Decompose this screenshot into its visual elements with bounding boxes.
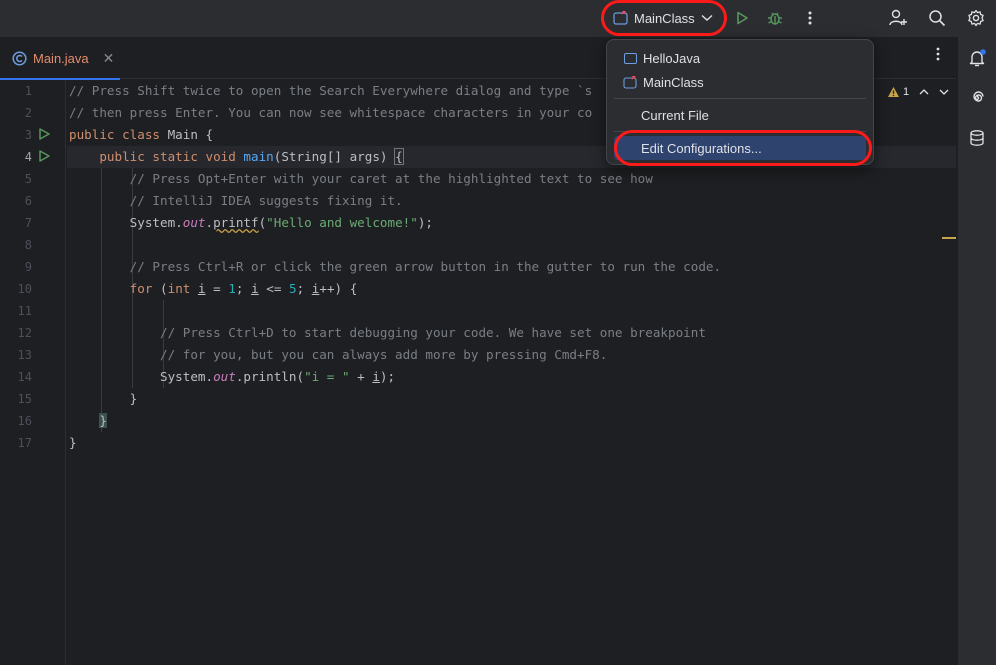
more-actions-button[interactable] [798, 6, 822, 30]
search-everywhere-button[interactable] [925, 6, 949, 30]
code-line-13: // for you, but you can always add more … [69, 344, 607, 366]
play-icon [737, 11, 748, 25]
code-line-15: } [69, 391, 138, 406]
line-number: 15 [17, 392, 32, 406]
bug-icon [768, 12, 782, 25]
gear-icon [968, 9, 984, 27]
config-label: Edit Configurations... [641, 140, 762, 156]
warning-stripe-marker[interactable] [942, 237, 956, 239]
code-line-6: // IntelliJ IDEA suggests fixing it. [69, 190, 403, 212]
run-gutter-icon[interactable] [37, 127, 51, 141]
search-icon [929, 10, 946, 27]
code-line-2: // then press Enter. You can now see whi… [69, 105, 593, 120]
run-button[interactable] [730, 6, 754, 30]
config-item-current-file[interactable]: Current File [614, 103, 866, 127]
code-line-17: } [69, 435, 77, 450]
run-configurations-popup: HelloJava MainClass Current File Edit Co… [606, 39, 874, 165]
line-number: 7 [24, 216, 32, 230]
code-comment: // IntelliJ IDEA suggests fixing it. [129, 193, 403, 208]
line-number: 6 [24, 194, 32, 208]
code-comment: // Press Opt+Enter with your caret at th… [129, 171, 653, 186]
code-line-1: // Press Shift twice to open the Search … [69, 83, 593, 98]
line-number: 13 [17, 348, 32, 362]
main-toolbar: MainClass [0, 0, 996, 37]
run-gutter-icon[interactable] [37, 149, 51, 163]
app-config-icon [624, 52, 637, 64]
tab-label: Main.java [33, 50, 89, 66]
tab-main-java[interactable]: Main.java ✕ [0, 37, 120, 80]
close-icon[interactable]: ✕ [103, 50, 115, 67]
code-line-5: // Press Opt+Enter with your caret at th… [69, 168, 653, 190]
code-line-16: } [99, 413, 107, 428]
chevron-down-icon [701, 9, 713, 27]
config-label: Current File [641, 107, 709, 123]
code-comment: // Press Ctrl+D to start debugging your … [160, 325, 706, 340]
line-number: 11 [17, 304, 32, 318]
line-number: 17 [17, 436, 32, 450]
ai-assistant-button[interactable] [966, 87, 988, 109]
kebab-menu-icon [936, 47, 940, 61]
java-class-icon [12, 50, 27, 66]
code-comment: // for you, but you can always add more … [160, 347, 608, 362]
config-item-mainclass[interactable]: MainClass [614, 70, 866, 94]
code-line-10: for (int i = 1; i <= 5; i++) { [129, 281, 358, 296]
separator [614, 131, 866, 132]
line-number: 10 [17, 282, 32, 296]
run-config-label: MainClass [634, 10, 695, 26]
code-line-4: public static void main(String[] args) { [99, 148, 404, 165]
edit-configurations-item[interactable]: Edit Configurations... [614, 136, 866, 160]
warning-count: 1 [903, 86, 910, 98]
code-line-3: public class Main { [69, 127, 214, 142]
chevron-down-icon[interactable] [937, 84, 951, 100]
app-config-error-icon [623, 75, 637, 89]
tab-more-button[interactable] [928, 47, 948, 69]
line-number: 5 [24, 172, 32, 186]
line-number: 1 [24, 84, 32, 98]
spiral-icon [973, 91, 984, 102]
config-item-hellojava[interactable]: HelloJava [614, 46, 866, 70]
line-number: 4 [24, 150, 32, 164]
code-with-me-button[interactable] [886, 6, 910, 30]
run-configuration-selector[interactable]: MainClass [604, 2, 726, 34]
chevron-up-icon[interactable] [917, 84, 931, 100]
run-config-icon [613, 11, 628, 25]
line-number: 3 [24, 128, 32, 142]
config-label: MainClass [643, 74, 704, 90]
code-line-14: System.out.println("i = " + i); [69, 369, 396, 384]
config-label: HelloJava [643, 50, 701, 66]
line-number: 2 [24, 106, 32, 120]
bell-icon [969, 49, 986, 67]
right-tool-strip [957, 37, 996, 665]
add-user-icon [889, 9, 907, 26]
notifications-button[interactable] [966, 47, 988, 69]
kebab-menu-icon [808, 11, 812, 25]
database-icon [970, 130, 984, 146]
separator [614, 98, 866, 99]
debug-button[interactable] [763, 6, 787, 30]
line-number: 9 [24, 260, 32, 274]
settings-button[interactable] [964, 6, 988, 30]
code-line-7: System.out.printf("Hello and welcome!"); [69, 215, 433, 230]
line-number: 12 [17, 326, 32, 340]
code-comment: // Press Ctrl+R or click the green arrow… [129, 259, 722, 274]
warning-icon [888, 87, 899, 97]
code-line-12: // Press Ctrl+D to start debugging your … [69, 322, 706, 344]
database-button[interactable] [966, 127, 988, 149]
line-number: 14 [17, 370, 32, 384]
editor-gutter[interactable]: 1 2 3 4 5 6 7 8 9 10 11 12 13 14 15 16 1… [0, 80, 66, 665]
inspection-widget[interactable]: 1 [887, 84, 909, 100]
code-line-9: // Press Ctrl+R or click the green arrow… [69, 256, 721, 278]
code-editor[interactable]: // Press Shift twice to open the Search … [67, 80, 956, 665]
line-number: 8 [24, 238, 32, 252]
line-number: 16 [17, 414, 32, 428]
